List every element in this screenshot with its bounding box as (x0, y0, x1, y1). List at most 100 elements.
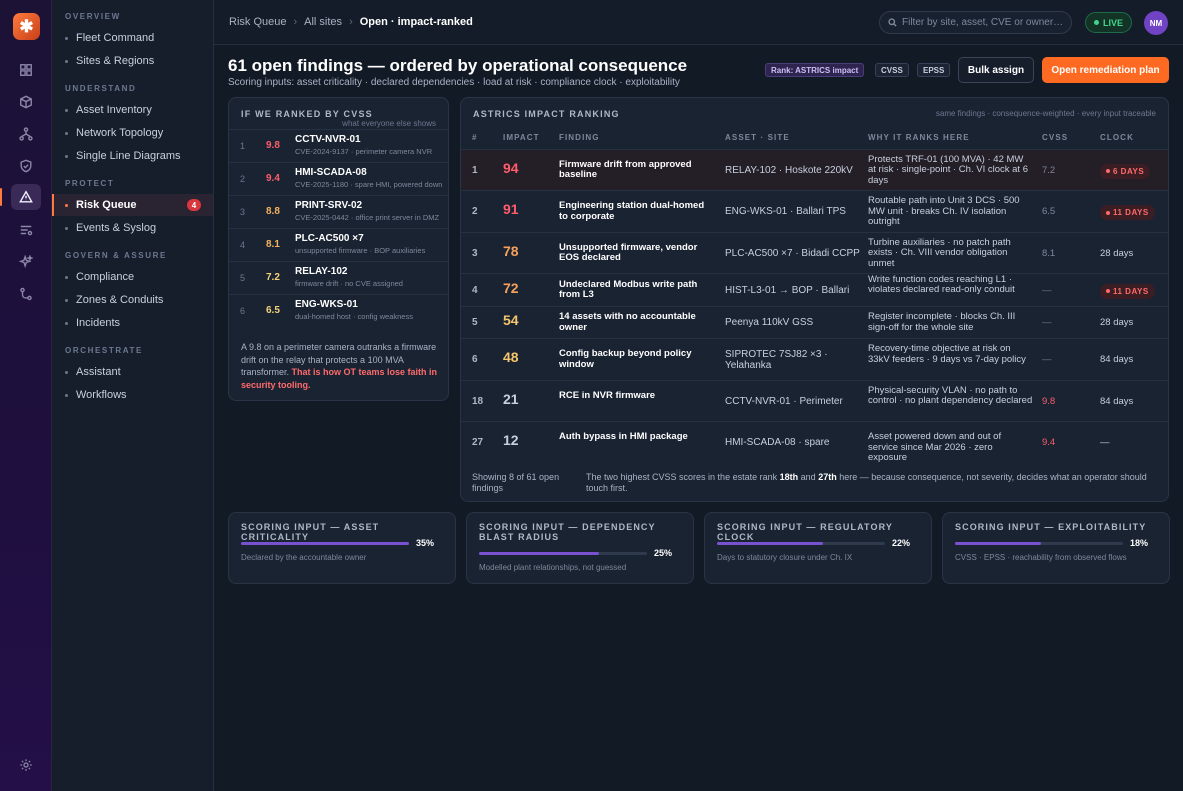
row-rank: 3 (472, 247, 478, 259)
row-rank: 5 (472, 317, 478, 328)
app-logo[interactable]: ✱ (13, 13, 40, 40)
ranking-table-row[interactable]: 4 72 Undeclared Modbus write path from L3 H… (461, 273, 1168, 306)
nav-item-sites-regions[interactable]: Sites & Regions (52, 50, 213, 72)
workflow-icon[interactable] (11, 281, 41, 307)
ranking-table-row[interactable]: 18 21 RCE in NVR firmware CCTV-NVR-01 · Per… (461, 380, 1168, 421)
col-header-impact[interactable]: IMPACT (503, 133, 540, 142)
col-header-cvss[interactable]: CVSS (1042, 133, 1068, 142)
col-header-finding[interactable]: FINDING (559, 133, 600, 142)
breadcrumb: Risk Queue › All sites › Open · impact-r… (229, 16, 473, 28)
cvss-row-detail: dual-homed host · config weakness (295, 312, 413, 321)
shield-icon[interactable] (11, 153, 41, 179)
breadcrumb-separator: › (293, 16, 298, 28)
ranking-table-row[interactable]: 6 48 Config backup beyond policy window SIP… (461, 338, 1168, 380)
row-clock: 28 days (1100, 317, 1133, 328)
cvss-row-detail: firmware drift · no CVE assigned (295, 279, 403, 288)
cvss-panel-subtitle: what everyone else shows (342, 119, 436, 128)
weight-percent: 35% (416, 538, 435, 548)
live-dot-icon (1093, 20, 1099, 25)
cvss-row-index: 1 (240, 141, 246, 151)
nav-section-understand: UNDERSTAND (65, 84, 137, 93)
row-rationale: Write function codes reaching L1 · viola… (868, 273, 1015, 295)
nav-item-network-topology[interactable]: Network Topology (52, 122, 213, 144)
breadcrumb-risk-queue[interactable]: Risk Queue (229, 16, 286, 28)
ranking-table-row[interactable]: 2 91 Engineering station dual-homed to cor… (461, 190, 1168, 232)
col-header-clock[interactable]: CLOCK (1100, 133, 1134, 142)
clock-urgent-pill: 6 DAYS (1100, 163, 1151, 179)
cvss-list-item[interactable]: 1 9.8 CCTV-NVR-01 CVE-2024-9137 · perimeter… (229, 129, 448, 161)
clock-dot-icon (1106, 169, 1110, 173)
col-header-asset-site[interactable]: ASSET · SITE (725, 133, 790, 142)
icon-rail: ✱ (0, 0, 52, 791)
nav-item-zones-conduits[interactable]: Zones & Conduits (52, 289, 213, 311)
scoring-input-card[interactable]: SCORING INPUT — REGULATORY CLOCK 22% Days … (704, 512, 932, 584)
table-count: Showing 8 of 61 open findings (472, 472, 560, 493)
row-impact-score: 78 (503, 242, 519, 259)
nav-dot (65, 275, 68, 279)
nav-item-asset-inventory[interactable]: Asset Inventory (52, 99, 213, 121)
warning-icon[interactable] (11, 184, 41, 210)
nav-label: Incidents (76, 317, 121, 329)
ranking-table-row[interactable]: 3 78 Unsupported firmware, vendor EOS decl… (461, 232, 1168, 273)
grid-icon[interactable] (11, 57, 41, 83)
live-status-badge: LIVE (1085, 12, 1132, 33)
row-cvss: 7.2 (1042, 164, 1056, 176)
row-finding: Auth bypass in HMI package (559, 431, 688, 442)
nav-item-single-line-diagrams[interactable]: Single Line Diagrams (52, 145, 213, 167)
cube-icon[interactable] (11, 89, 41, 115)
side-nav: OVERVIEW Fleet Command Sites & Regions U… (52, 0, 214, 791)
nav-item-risk-queue[interactable]: Risk Queue 4 (52, 194, 213, 216)
nav-label: Workflows (76, 389, 127, 401)
cvss-row-detail: CVE-2025-1180 · spare HMI, powered down (295, 180, 443, 189)
risk-count-badge: 4 (187, 199, 201, 211)
epss-mode-chip[interactable]: EPSS (917, 63, 951, 77)
row-finding: Undeclared Modbus write path from L3 (559, 278, 698, 300)
cvss-list-item[interactable]: 5 7.2 RELAY-102 firmware drift · no CVE ass… (229, 261, 448, 293)
nav-item-incidents[interactable]: Incidents (52, 312, 213, 334)
settings-gear-icon[interactable] (19, 758, 33, 772)
user-avatar[interactable]: NM (1144, 11, 1168, 35)
open-remediation-plan-button[interactable]: Open remediation plan (1042, 57, 1169, 83)
cvss-panel-note: A 9.8 on a perimeter camera outranks a f… (241, 341, 441, 391)
search-input[interactable] (902, 17, 1067, 28)
sparkle-icon[interactable] (11, 249, 41, 275)
rank-mode-chip[interactable]: Rank: ASTRICS impact (765, 63, 865, 77)
cvss-list-item[interactable]: 3 8.8 PRINT-SRV-02 CVE-2025-0442 · office p… (229, 195, 448, 227)
cvss-list-item[interactable]: 6 6.5 ENG-WKS-01 dual-homed host · config w… (229, 294, 448, 326)
cvss-row-detail: CVE-2024-9137 · perimeter camera NVR (295, 147, 433, 156)
cvss-mode-chip[interactable]: CVSS (875, 63, 909, 77)
nav-label: Fleet Command (76, 32, 155, 44)
weight-bar-fill (955, 542, 1042, 545)
nav-dot (65, 131, 68, 135)
nav-item-fleet-command[interactable]: Fleet Command (52, 27, 213, 49)
scoring-input-card[interactable]: SCORING INPUT — EXPLOITABILITY 18% CVSS · … (942, 512, 1170, 584)
search-box[interactable] (879, 11, 1072, 34)
cvss-list-item[interactable]: 2 9.4 HMI-SCADA-08 CVE-2025-1180 · spare HM… (229, 162, 448, 194)
cvss-row-detail: CVE-2025-0442 · office print server in D… (295, 213, 440, 222)
clock-value: 28 days (1100, 317, 1134, 328)
clock-value: 11 DAYS (1113, 208, 1149, 217)
nav-item-workflows[interactable]: Workflows (52, 384, 213, 406)
ranking-table-row[interactable]: 27 12 Auth bypass in HMI package HMI-SCADA-… (461, 421, 1168, 463)
clock-urgent-pill: 11 DAYS (1100, 283, 1155, 299)
nav-item-assistant[interactable]: Assistant (52, 361, 213, 383)
scoring-input-card[interactable]: SCORING INPUT — DEPENDENCY BLAST RADIUS 2… (466, 512, 694, 584)
nav-section-govern: GOVERN & ASSURE (65, 251, 167, 260)
scoring-input-card[interactable]: SCORING INPUT — ASSET CRITICALITY 35% Decl… (228, 512, 456, 584)
nav-item-compliance[interactable]: Compliance (52, 266, 213, 288)
row-cvss: — (1042, 317, 1052, 328)
nav-dot (65, 298, 68, 302)
cvss-row-score: 9.4 (266, 173, 280, 184)
topology-icon[interactable] (11, 121, 41, 147)
breadcrumb-all-sites[interactable]: All sites (304, 16, 342, 28)
nav-label: Risk Queue (76, 199, 137, 211)
cvss-list-item[interactable]: 4 8.1 PLC-AC500 ×7 unsupported firmware · B… (229, 228, 448, 260)
cvss-row-score: 8.1 (266, 239, 280, 250)
live-label: LIVE (1102, 17, 1123, 28)
nav-item-events-syslog[interactable]: Events & Syslog (52, 217, 213, 239)
ranking-table-row[interactable]: 1 94 Firmware drift from approved baseline… (461, 149, 1168, 190)
list-filter-icon[interactable] (11, 217, 41, 243)
ranking-table-row[interactable]: 5 54 14 assets with no accountable owner Pe… (461, 306, 1168, 338)
bulk-assign-button[interactable]: Bulk assign (958, 57, 1034, 83)
row-finding: Config backup beyond policy window (559, 348, 692, 370)
